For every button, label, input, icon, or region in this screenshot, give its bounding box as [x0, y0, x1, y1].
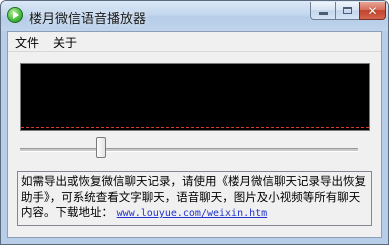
app-window: 楼月微信语音播放器 ✕ 文件 关于 如需导出或恢复微信聊天记录，请使用《楼月微信…	[0, 0, 389, 245]
playback-progress-line	[21, 127, 369, 128]
video-display	[20, 63, 370, 131]
client-area: 文件 关于 如需导出或恢复微信聊天记录，请使用《楼月微信聊天记录导出恢复助手》，…	[7, 31, 382, 238]
close-button[interactable]: ✕	[359, 2, 386, 20]
info-text-box: 如需导出或恢复微信聊天记录，请使用《楼月微信聊天记录导出恢复助手》，可系统查看文…	[17, 171, 372, 226]
play-circle-icon[interactable]	[7, 7, 23, 23]
minimize-icon	[318, 12, 328, 15]
seek-slider-track[interactable]	[20, 148, 358, 152]
window-title: 楼月微信语音播放器	[29, 12, 147, 27]
close-icon: ✕	[367, 3, 378, 18]
menu-file[interactable]: 文件	[13, 34, 41, 51]
download-link[interactable]: www.louyue.com/weixin.htm	[117, 208, 268, 219]
menu-bar: 文件 关于	[8, 32, 381, 52]
maximize-button[interactable]	[335, 2, 360, 20]
minimize-button[interactable]	[310, 2, 336, 20]
seek-slider-thumb[interactable]	[96, 137, 107, 158]
title-bar[interactable]: 楼月微信语音播放器 ✕	[1, 1, 388, 31]
menu-about[interactable]: 关于	[51, 34, 79, 51]
maximize-icon	[343, 7, 352, 14]
